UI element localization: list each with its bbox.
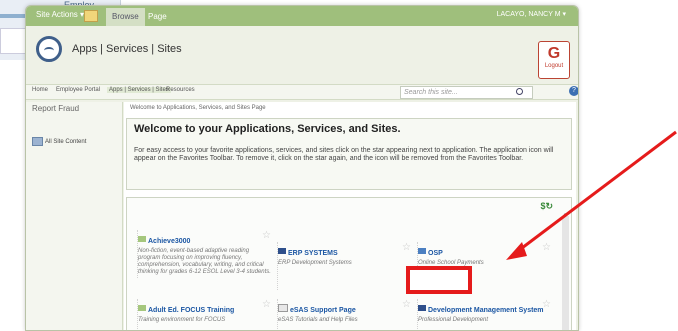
left-navigation: Report Fraud All Site Content — [26, 102, 123, 330]
app-icon — [138, 235, 146, 242]
breadcrumb: Welcome to Applications, Services, and S… — [130, 105, 266, 111]
app-title[interactable]: eSAS Support Page — [290, 307, 356, 314]
nav-resources[interactable]: Resources — [166, 87, 195, 93]
app-tile-esas-support[interactable]: eSAS Support Page eSAS Tutorials and Hel… — [277, 299, 413, 330]
all-site-content-label: All Site Content — [45, 139, 87, 146]
user-menu[interactable]: LACAYO, NANCY M ▾ — [497, 10, 566, 18]
background-window-panel — [0, 28, 28, 54]
tab-page[interactable]: Page — [142, 8, 173, 26]
tab-browse[interactable]: Browse — [106, 8, 145, 26]
nav-employee-portal[interactable]: Employee Portal — [56, 87, 100, 93]
app-icon — [418, 247, 426, 254]
app-description: eSAS Tutorials and Help Files — [278, 317, 358, 323]
app-icon — [418, 304, 426, 311]
ribbon-bar: Site Actions ▾ Browse Page LACAYO, NANCY… — [26, 6, 578, 26]
logout-label: Logout — [544, 63, 564, 69]
site-content-icon — [32, 137, 43, 146]
top-navigation: Home Employee Portal Apps | Services | S… — [26, 84, 578, 100]
app-description: Non-fiction, event-based adaptive readin… — [138, 248, 271, 275]
folder-icon[interactable] — [84, 10, 98, 22]
favorite-star-icon[interactable]: ☆ — [402, 299, 411, 310]
welcome-heading: Welcome to your Applications, Services, … — [134, 123, 401, 135]
search-icon[interactable] — [516, 88, 523, 95]
app-tile-development-management[interactable]: Development Management System Profession… — [417, 299, 553, 330]
scrollbar[interactable] — [562, 216, 569, 330]
favorite-star-icon[interactable]: ☆ — [402, 242, 411, 253]
report-fraud-link[interactable]: Report Fraud — [32, 104, 79, 113]
favorite-star-icon[interactable]: ☆ — [542, 299, 551, 310]
app-title[interactable]: Development Management System — [428, 307, 544, 314]
app-tile-achieve3000[interactable]: Achieve3000 Non-fiction, event-based ada… — [137, 230, 273, 278]
favorite-star-icon[interactable]: ☆ — [262, 299, 271, 310]
app-tile-erp-systems[interactable]: ERP SYSTEMS ERP Development Systems ☆ — [277, 242, 413, 290]
app-title[interactable]: OSP — [428, 250, 443, 257]
app-description: Professional Development — [418, 317, 489, 323]
nav-home[interactable]: Home — [32, 87, 48, 93]
app-title[interactable]: Adult Ed. FOCUS Training — [148, 307, 234, 314]
favorite-star-icon[interactable]: ☆ — [542, 242, 551, 253]
title-bar: Apps | Services | Sites G Logout — [26, 26, 578, 84]
app-icon — [278, 247, 286, 254]
app-title[interactable]: Achieve3000 — [148, 238, 190, 245]
nav-apps-services-sites[interactable]: Apps | Services | Sites — [107, 87, 171, 93]
district-logo-icon — [36, 36, 62, 62]
help-icon[interactable]: ? — [569, 86, 578, 96]
page-title: Apps | Services | Sites — [72, 43, 182, 55]
site-actions-menu[interactable]: Site Actions ▾ — [36, 10, 84, 19]
apps-panel: $↻ Achieve3000 Non-fiction, event-based … — [126, 197, 572, 330]
main-content: Welcome to Applications, Services, and S… — [124, 102, 576, 330]
app-description: Training environment for FOCUS — [138, 317, 226, 323]
all-site-content-link[interactable]: All Site Content — [32, 137, 86, 146]
logout-icon: G — [547, 45, 561, 62]
favorite-star-icon[interactable]: ☆ — [262, 230, 271, 241]
search-input[interactable]: Search this site... — [400, 86, 533, 99]
app-description: ERP Development Systems — [278, 260, 352, 266]
app-icon — [138, 304, 146, 311]
browser-window: Site Actions ▾ Browse Page LACAYO, NANCY… — [25, 5, 579, 331]
welcome-text: For easy access to your favorite applica… — [134, 147, 554, 162]
highlight-box — [406, 266, 472, 294]
welcome-panel: Welcome to your Applications, Services, … — [126, 118, 572, 190]
app-icon — [278, 303, 288, 312]
refresh-icon[interactable]: $↻ — [540, 201, 553, 212]
logout-button[interactable]: G Logout — [538, 41, 570, 79]
app-title[interactable]: ERP SYSTEMS — [288, 250, 338, 257]
app-tile-adult-ed-focus[interactable]: Adult Ed. FOCUS Training Training enviro… — [137, 299, 273, 330]
